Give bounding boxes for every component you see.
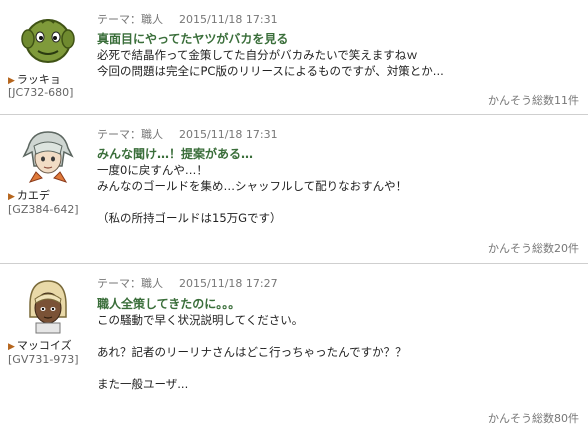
username-text[interactable]: マッコイズ [17,339,72,352]
blonde-dark-skin-avatar-icon[interactable] [18,275,78,335]
post-datetime: 2015/11/18 17:31 [179,13,278,26]
username-link[interactable]: ▶ ラッキョ [8,71,61,87]
user-id: [GZ384-642] [8,203,79,216]
body-line: 一度0に戻すんや…！ [97,163,208,177]
body-line [97,328,567,344]
post: ▶ カエデ [GZ384-642] テーマ：職人 2015/11/18 17:31 … [0,114,588,263]
post-body: この騒動で早く状況説明してください。 あれ？記者のリーリナさんはどこ行っちゃった… [97,312,567,392]
username-text[interactable]: カエデ [17,189,50,202]
post-title[interactable]: みんな聞け…！提案がある… [97,145,253,162]
triangle-icon: ▶ [8,342,15,352]
body-line: みんなのゴールドを集め…シャッフルして配りなおすんや！ [97,179,408,193]
theme-label: テーマ：職人 [97,13,163,26]
post: ▶ マッコイズ [GV731-973] テーマ：職人 2015/11/18 17:2… [0,263,588,433]
post-meta: テーマ：職人 2015/11/18 17:27 [97,275,278,291]
post-meta: テーマ：職人 2015/11/18 17:31 [97,11,278,27]
post-datetime: 2015/11/18 17:31 [179,128,278,141]
reply-count-link[interactable]: かんそう総数11件 [488,92,579,108]
post-meta: テーマ：職人 2015/11/18 17:31 [97,126,278,142]
silver-hair-elf-avatar-icon[interactable] [18,126,78,186]
username-text[interactable]: ラッキョ [17,73,61,86]
body-line [97,194,567,210]
triangle-icon: ▶ [8,192,15,202]
body-line [97,360,567,376]
body-line: あれ？記者のリーリナさんはどこ行っちゃったんですか？？ [97,345,407,359]
username-link[interactable]: ▶ マッコイズ [8,337,72,353]
theme-label: テーマ：職人 [97,128,163,141]
user-id: [JC732-680] [8,86,74,99]
body-line: （私の所持ゴールドは15万Gです） [97,211,282,225]
triangle-icon: ▶ [8,76,15,86]
post-title[interactable]: 職人全策してきたのに。。。 [97,295,240,312]
post: ▶ ラッキョ [JC732-680] テーマ：職人 2015/11/18 17:31… [0,0,588,114]
post-body: 一度0に戻すんや…！ みんなのゴールドを集め…シャッフルして配りなおすんや！ （… [97,162,567,226]
username-link[interactable]: ▶ カエデ [8,187,50,203]
body-line: この騒動で早く状況説明してください。 [97,313,304,327]
reply-count-link[interactable]: かんそう総数20件 [488,240,579,256]
post-datetime: 2015/11/18 17:27 [179,277,278,290]
user-id: [GV731-973] [8,353,79,366]
body-line: また一般ユーザ... [97,377,189,391]
post-body: 必死で結晶作って金策してた自分がバカみたいで笑えますねｗ 今回の問題は完全にPC… [97,47,567,79]
body-line: 今回の問題は完全にPC版のリリースによるものですが、対策とか... [97,64,444,78]
post-title[interactable]: 真面目にやってたヤツがバカを見る [97,30,288,47]
reply-count-link[interactable]: かんそう総数80件 [488,410,579,426]
theme-label: テーマ：職人 [97,277,163,290]
body-line: 必死で結晶作って金策してた自分がバカみたいで笑えますねｗ [97,48,418,62]
green-goblin-avatar-icon[interactable] [18,9,78,69]
